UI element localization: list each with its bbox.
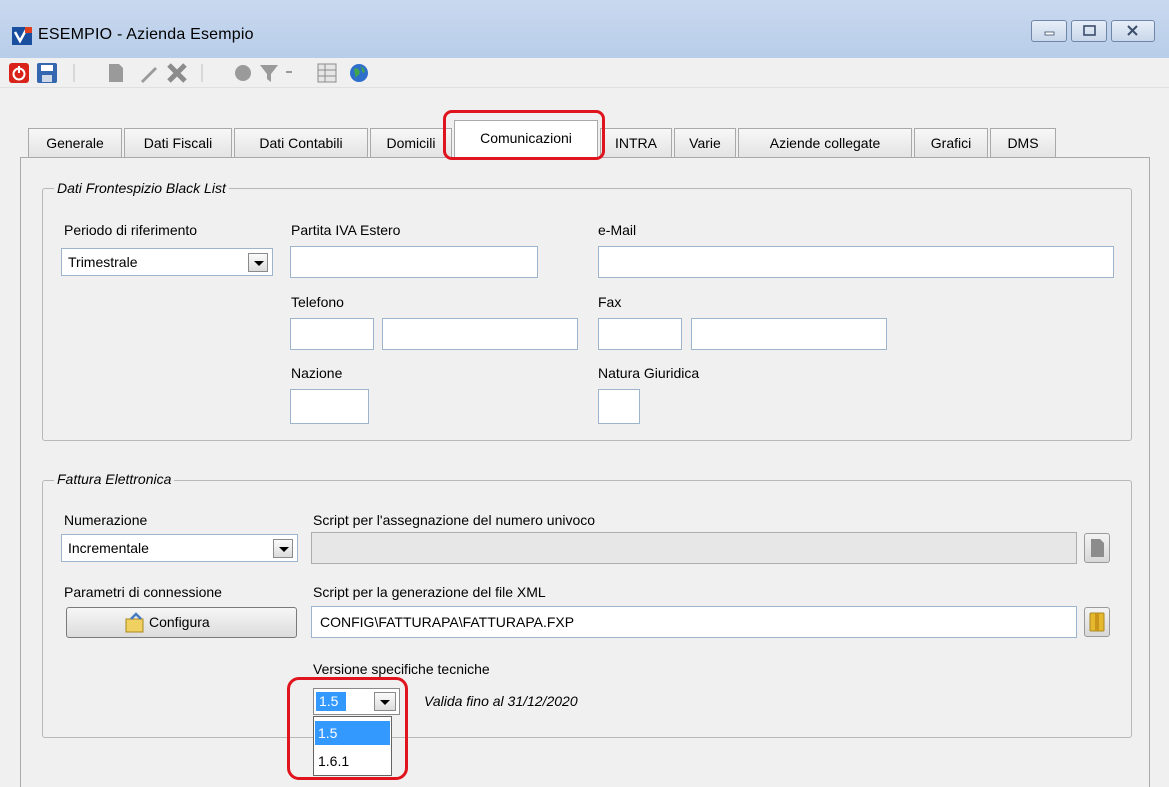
pencil-icon [141,67,157,83]
script-numero-label: Script per l'assegnazione del numero uni… [313,512,596,528]
filter-icon [260,65,292,82]
numerazione-select[interactable]: Incrementale [61,534,298,562]
globe-icon [350,64,368,82]
tab-grafici[interactable]: Grafici [914,128,988,158]
periodo-select[interactable]: Trimestrale [61,248,273,276]
validita-text: Valida fino al 31/12/2020 [424,693,578,709]
configure-icon [125,612,144,633]
script-xml-browse-button[interactable] [1084,607,1110,637]
close-icon [1127,25,1138,36]
maximize-icon [1083,25,1096,36]
delete-x-icon [167,63,187,83]
delete-button[interactable] [166,62,188,84]
chevron-down-icon[interactable] [273,539,293,558]
toolbar [0,58,1169,88]
power-button[interactable] [8,62,30,84]
grid-view-button[interactable] [316,62,338,84]
minimize-button[interactable] [1031,20,1067,42]
toolbar-separator [200,62,204,84]
numerazione-value: Incrementale [68,540,149,556]
nazione-label: Nazione [291,365,343,381]
spreadsheet-icon [317,63,337,83]
telefono-number-field[interactable] [382,318,578,350]
maximize-button[interactable] [1071,20,1107,42]
save-button[interactable] [36,62,58,84]
email-label: e-Mail [598,222,637,238]
tab-generale[interactable]: Generale [28,128,122,158]
periodo-value: Trimestrale [68,254,138,270]
versione-label: Versione specifiche tecniche [313,661,490,677]
script-numero-browse-button[interactable] [1084,533,1110,563]
configura-button[interactable]: Configura [66,607,297,638]
email-field[interactable] [598,246,1114,278]
record-button[interactable] [232,62,254,84]
circle-icon [235,65,251,81]
partita-iva-label: Partita IVA Estero [291,222,401,238]
script-xml-value: CONFIG\FATTURAPA\FATTURAPA.FXP [320,614,575,630]
edit-button[interactable] [138,62,160,84]
configura-label: Configura [149,614,210,630]
telefono-label: Telefono [291,294,344,310]
fax-prefix-field[interactable] [598,318,682,350]
fax-label: Fax [598,294,622,310]
telefono-prefix-field[interactable] [290,318,374,350]
tab-aziende-collegate[interactable]: Aziende collegate [738,128,912,158]
document-icon [109,64,123,82]
fax-number-field[interactable] [691,318,887,350]
script-numero-field[interactable] [311,532,1077,564]
script-xml-field[interactable]: CONFIG\FATTURAPA\FATTURAPA.FXP [311,606,1077,638]
fattura-elettronica-legend: Fattura Elettronica [54,471,175,487]
tab-varie[interactable]: Varie [674,128,736,158]
tab-highlight-annotation [443,110,605,160]
parametri-label: Parametri di connessione [64,584,222,600]
filter-button[interactable] [258,62,296,84]
black-list-legend: Dati Frontespizio Black List [54,180,229,196]
tab-dati-contabili[interactable]: Dati Contabili [234,128,368,158]
tab-dms[interactable]: DMS [990,128,1056,158]
toolbar-separator [72,62,76,84]
file-icon [1091,539,1104,557]
natura-giuridica-field[interactable] [598,389,640,424]
tab-intra[interactable]: INTRA [600,128,672,158]
web-button[interactable] [348,62,370,84]
new-document-button[interactable] [106,62,126,84]
tab-dati-fiscali[interactable]: Dati Fiscali [124,128,232,158]
dropdown-highlight-annotation [287,677,408,780]
black-list-group [42,188,1132,441]
numerazione-label: Numerazione [64,512,148,528]
folder-icon [1089,612,1105,632]
close-button[interactable] [1111,20,1155,42]
save-icon [37,63,57,83]
minimize-icon [1044,31,1055,36]
app-logo-icon [12,27,32,45]
periodo-label: Periodo di riferimento [64,222,198,238]
power-icon [9,63,29,83]
window-title: ESEMPIO - Azienda Esempio [38,26,254,43]
script-xml-label: Script per la generazione del file XML [313,584,546,600]
application-window: ESEMPIO - Azienda Esempio Generale Dati … [0,0,1169,787]
natura-giuridica-label: Natura Giuridica [598,365,700,381]
nazione-field[interactable] [290,389,369,424]
chevron-down-icon[interactable] [248,253,268,272]
tab-domicili[interactable]: Domicili [370,128,452,158]
title-bar: ESEMPIO - Azienda Esempio [0,0,1169,58]
partita-iva-field[interactable] [290,246,538,278]
